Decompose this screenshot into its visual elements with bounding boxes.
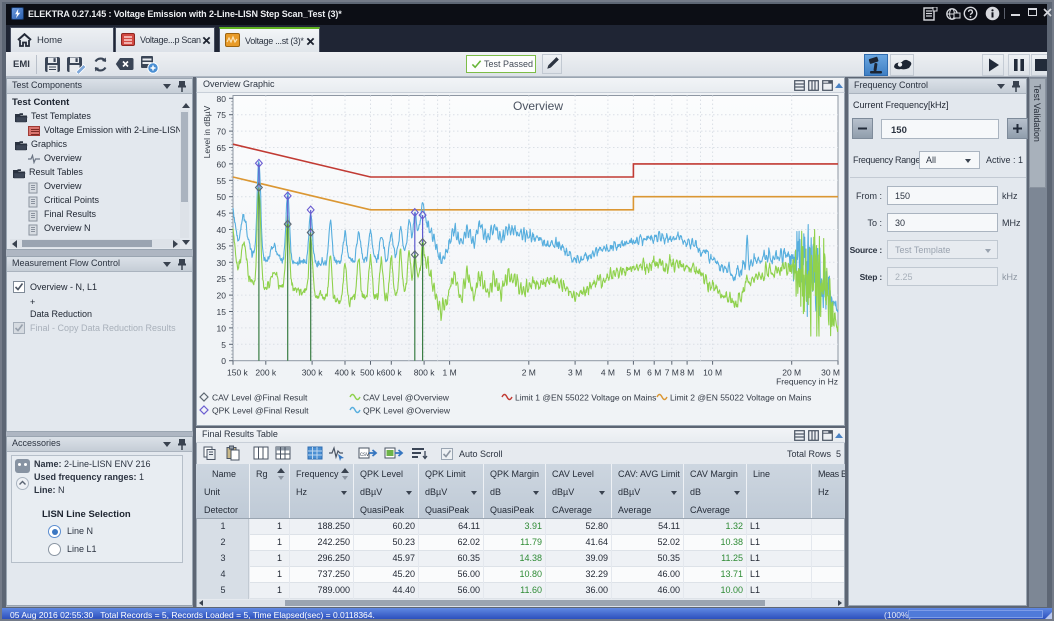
svg-text:30: 30: [217, 258, 227, 268]
svg-text:45: 45: [217, 209, 227, 219]
svg-text:60: 60: [217, 159, 227, 169]
svg-text:4 M: 4 M: [601, 368, 615, 378]
svg-text:75: 75: [217, 110, 227, 120]
svg-text:Level in dBµV: Level in dBµV: [202, 105, 212, 158]
svg-text:70: 70: [217, 127, 227, 137]
svg-text:3 M: 3 M: [568, 368, 582, 378]
svg-text:5: 5: [221, 340, 226, 350]
svg-text:6 M: 6 M: [647, 368, 661, 378]
svg-text:40: 40: [217, 225, 227, 235]
svg-text:50: 50: [217, 192, 227, 202]
svg-text:8 M: 8 M: [680, 368, 694, 378]
svg-text:80: 80: [217, 94, 227, 104]
svg-text:500 k: 500 k: [360, 368, 382, 378]
svg-text:7 M: 7 M: [665, 368, 679, 378]
svg-text:Limit 2 @EN 55022 Voltage on M: Limit 2 @EN 55022 Voltage on Mains: [670, 393, 811, 403]
svg-text:300 k: 300 k: [302, 368, 324, 378]
svg-text:Overview: Overview: [513, 99, 563, 113]
svg-text:600 k: 600 k: [381, 368, 403, 378]
svg-text:35: 35: [217, 241, 227, 251]
svg-text:Frequency in Hz: Frequency in Hz: [776, 377, 838, 387]
svg-text:400 k: 400 k: [335, 368, 357, 378]
svg-text:QPK Level @Final Result: QPK Level @Final Result: [212, 406, 309, 416]
svg-text:25: 25: [217, 274, 227, 284]
svg-text:55: 55: [217, 176, 227, 186]
svg-text:65: 65: [217, 143, 227, 153]
svg-text:200 k: 200 k: [255, 368, 277, 378]
svg-text:800 k: 800 k: [414, 368, 436, 378]
svg-text:0: 0: [221, 356, 226, 366]
svg-text:2 M: 2 M: [522, 368, 536, 378]
svg-text:CAV Level @Final Result: CAV Level @Final Result: [212, 393, 308, 403]
svg-text:5 M: 5 M: [626, 368, 640, 378]
svg-text:20: 20: [217, 291, 227, 301]
svg-text:QPK Level @Overview: QPK Level @Overview: [363, 406, 451, 416]
svg-text:1 M: 1 M: [443, 368, 457, 378]
svg-text:csv: csv: [360, 452, 369, 458]
svg-text:10: 10: [217, 323, 227, 333]
svg-text:150 k: 150 k: [227, 368, 249, 378]
svg-text:Limit 1 @EN 55022 Voltage on M: Limit 1 @EN 55022 Voltage on Mains: [515, 393, 656, 403]
svg-text:15: 15: [217, 307, 227, 317]
svg-text:10 M: 10 M: [703, 368, 722, 378]
svg-text:CAV Level @Overview: CAV Level @Overview: [363, 393, 450, 403]
